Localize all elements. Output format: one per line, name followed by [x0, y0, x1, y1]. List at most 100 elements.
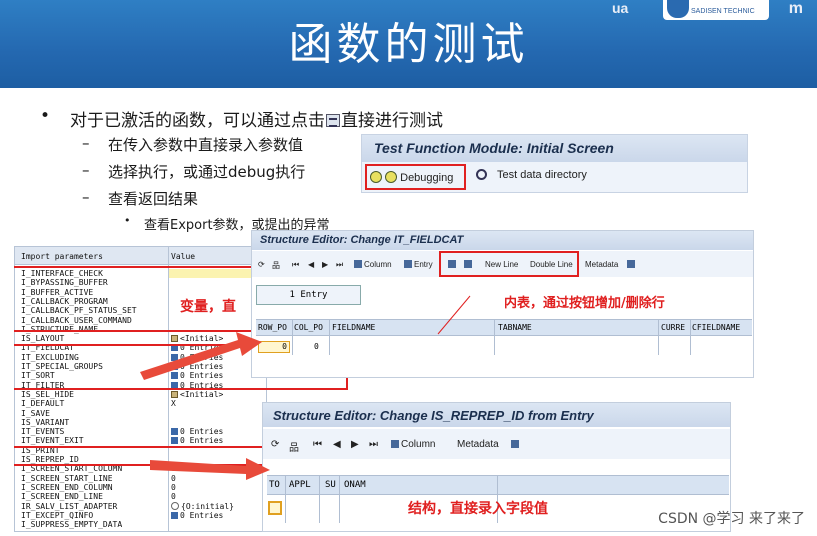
param-value[interactable]: <Initial>: [171, 334, 223, 343]
test-button-icon: [326, 114, 340, 127]
param-value-text: X: [171, 399, 176, 409]
param-name: I_SAVE: [21, 408, 50, 418]
annotation-variable: 变量，直: [180, 299, 236, 315]
debugging-label: Debugging: [400, 172, 454, 184]
bullet-text: 在传入参数中直接录入参数值: [108, 136, 304, 154]
param-value[interactable]: 0 Entries: [171, 436, 223, 445]
active-input-cell[interactable]: [268, 501, 282, 515]
refresh-icon[interactable]: ⟳: [271, 439, 279, 450]
bullet-dot: •: [40, 106, 51, 126]
param-value[interactable]: 0: [171, 483, 176, 492]
param-row[interactable]: I_SUPPRESS_EMPTY_DATA: [15, 520, 268, 529]
debug-icon: [385, 171, 398, 183]
annotation-table: 内表，通过按钮增加/删除行: [504, 296, 665, 311]
toolbar: Debugging Test data directory: [362, 164, 747, 192]
first-icon[interactable]: ⏮: [313, 439, 322, 450]
bullet-text: 选择执行，或通过debug执行: [108, 163, 306, 181]
refresh-icon[interactable]: ⟳: [258, 260, 265, 269]
object-icon[interactable]: [171, 501, 179, 510]
param-row[interactable]: IS_LAYOUT <Initial>: [15, 334, 268, 343]
entry-button[interactable]: Entry: [404, 260, 433, 269]
col-header-import: Import parameters: [21, 252, 103, 261]
param-row[interactable]: IT_EVENTS 0 Entries: [15, 427, 268, 436]
table-icon[interactable]: [171, 437, 178, 445]
param-row[interactable]: I_SCREEN_END_COLUMN 0: [15, 483, 268, 492]
next-icon[interactable]: ▶: [322, 260, 328, 269]
col-header: ROW_PO: [258, 323, 287, 332]
metadata-button[interactable]: Metadata: [585, 260, 618, 269]
col-header: CURRE: [661, 323, 686, 332]
bullet-dash: –: [82, 188, 90, 206]
editor-title: Structure Editor: Change IS_REPREP_ID fr…: [263, 403, 730, 427]
grid-icon[interactable]: [511, 439, 521, 450]
next-icon[interactable]: ▶: [351, 439, 359, 450]
execute-icon: [370, 171, 382, 183]
col-header-value: Value: [171, 252, 196, 261]
param-value-text: <Initial>: [180, 334, 224, 344]
param-row[interactable]: I_SCREEN_START_LINE 0: [15, 474, 268, 483]
col-header: TABNAME: [498, 323, 532, 332]
company-logo: SADISEN TECHNIC: [663, 0, 769, 20]
bullet-text: 查看返回结果: [108, 190, 199, 208]
param-value[interactable]: 0 Entries: [171, 427, 223, 436]
structure-icon[interactable]: [171, 335, 178, 343]
table-icon[interactable]: [171, 511, 178, 519]
param-value-text: 0 Entries: [180, 436, 224, 446]
metadata-button[interactable]: Metadata: [457, 439, 499, 450]
param-row[interactable]: IS_VARIANT: [15, 418, 268, 427]
param-value-text: <Initial>: [180, 389, 224, 399]
test-function-window: Test Function Module: Initial Screen Deb…: [361, 134, 748, 193]
logo-text: SADISEN TECHNIC: [691, 8, 755, 15]
hierarchy-icon[interactable]: 品: [272, 260, 280, 271]
structure-icon[interactable]: [171, 390, 178, 398]
watermark: CSDN @学习 来了来了: [658, 511, 805, 527]
structure-editor-fieldcat: Structure Editor: Change IT_FIELDCAT ⟳ 品…: [251, 230, 754, 378]
grid-header: ROW_PO COL_PO FIELDNAME TABNAME CURRE CF…: [256, 319, 752, 336]
param-row[interactable]: I_DEFAULT X: [15, 399, 268, 408]
prev-icon[interactable]: ◀: [308, 260, 314, 269]
test-data-directory-button[interactable]: Test data directory: [476, 169, 587, 181]
param-row[interactable]: I_SAVE: [15, 409, 268, 418]
col-header: APPL: [289, 480, 311, 490]
param-row[interactable]: IR_SALV_LIST_ADAPTER {O:initial}: [15, 501, 268, 511]
col-header: CFIELDNAME: [692, 323, 741, 332]
col-header: TO: [269, 480, 280, 490]
first-icon[interactable]: ⏮: [292, 260, 299, 270]
param-name: I_SCREEN_START_LINE: [21, 473, 113, 483]
param-value[interactable]: 0: [171, 492, 176, 501]
test-data-label: Test data directory: [497, 169, 587, 181]
param-row[interactable]: IT_EVENT_EXIT 0 Entries: [15, 436, 268, 445]
param-value[interactable]: 0: [171, 474, 176, 483]
column-icon: [391, 440, 399, 448]
param-name: IS_VARIANT: [21, 417, 70, 427]
highlight-box: [439, 251, 579, 277]
grid-col-line: [319, 475, 320, 523]
param-row[interactable]: I_SCREEN_END_LINE 0: [15, 492, 268, 501]
hierarchy-icon[interactable]: 品: [289, 439, 299, 454]
param-value[interactable]: X: [171, 399, 176, 408]
entry-icon: [404, 260, 412, 268]
row-pos-cell[interactable]: 0: [258, 341, 290, 353]
column-button[interactable]: Column: [391, 439, 435, 450]
grid-col-line: [339, 475, 340, 523]
param-value[interactable]: {O:initial}: [171, 501, 234, 511]
editor-toolbar: ⟳ 品 ⏮ ◀ ▶ ⏭ Column Metadata: [263, 429, 730, 459]
last-icon[interactable]: ⏭: [336, 260, 343, 270]
col-pos-cell[interactable]: 0: [314, 342, 319, 351]
param-row[interactable]: IT_EXCEPT_QINFO 0 Entries: [15, 511, 268, 520]
grid-icon[interactable]: [627, 260, 637, 269]
col-header: FIELDNAME: [332, 323, 376, 332]
param-value[interactable]: 0 Entries: [171, 511, 223, 520]
col-header: COL_PO: [294, 323, 323, 332]
param-value[interactable]: <Initial>: [171, 390, 223, 399]
annotation-structure: 结构，直接录入字段值: [408, 501, 548, 517]
table-row[interactable]: 0 0: [256, 337, 752, 355]
last-icon[interactable]: ⏭: [369, 439, 378, 450]
param-name: I_SCREEN_END_COLUMN: [21, 482, 113, 492]
param-name: I_DEFAULT: [21, 399, 65, 409]
table-icon[interactable]: [171, 428, 178, 436]
param-row[interactable]: IS_SEL_HIDE <Initial>: [15, 390, 268, 399]
debugging-button[interactable]: Debugging: [365, 164, 466, 190]
prev-icon[interactable]: ◀: [333, 439, 341, 450]
column-button[interactable]: Column: [354, 260, 392, 269]
